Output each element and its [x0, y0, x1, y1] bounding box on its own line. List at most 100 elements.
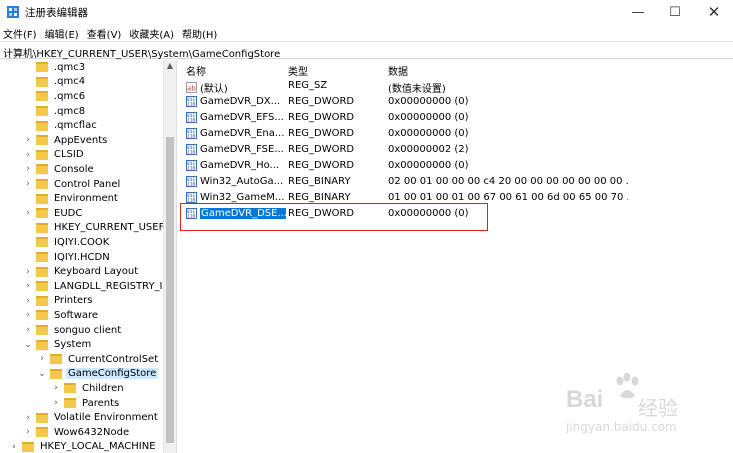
header-data[interactable]: 数据	[388, 63, 408, 78]
value-row[interactable]: 011 110 GameDVR_EFS... REG_DWORD 0x00000000 …	[181, 110, 733, 126]
tree-node[interactable]: › Software	[23, 308, 100, 323]
folder-icon	[36, 252, 48, 263]
chevron-right-icon[interactable]: ›	[51, 383, 61, 393]
chevron-right-icon[interactable]: ›	[23, 267, 33, 277]
chevron-right-icon[interactable]: ›	[23, 164, 33, 174]
chevron-down-icon[interactable]: ⌄	[23, 340, 33, 350]
chevron-right-icon[interactable]: ›	[23, 325, 33, 335]
tree-node[interactable]: ⌄ System	[23, 337, 93, 352]
minimize-button[interactable]: —	[621, 0, 655, 24]
svg-text:110: 110	[187, 118, 195, 124]
binary-value-icon: 011110	[186, 128, 197, 139]
value-row[interactable]: 011 110 GameDVR_Ena... REG_DWORD 0x00000000 …	[181, 126, 733, 142]
tree-node[interactable]: › Console	[23, 162, 96, 177]
value-row[interactable]: 011 110 GameDVR_FSE... REG_DWORD 0x00000002 …	[181, 142, 733, 158]
tree-node[interactable]: ⌄ GameConfigStore	[37, 367, 159, 382]
tree-node[interactable]: .qmc8	[23, 104, 87, 119]
value-name-cell: 011 110 GameDVR_Ena...	[186, 128, 286, 139]
value-row[interactable]: 011 110 GameDVR_Ho... REG_DWORD 0x00000000 (…	[181, 158, 733, 174]
tree-node-label: Console	[54, 163, 94, 175]
value-data: 02 00 01 00 00 00 c4 20 00 00 00 00 00 0…	[388, 176, 628, 187]
no-expander	[23, 237, 33, 247]
tree-node[interactable]: IQIYI.COOK	[23, 235, 111, 250]
no-expander	[23, 223, 33, 233]
tree-node[interactable]: › EUDC	[23, 206, 84, 221]
folder-icon	[36, 412, 48, 423]
chevron-down-icon[interactable]: ⌄	[37, 369, 47, 379]
watermark-title: 经验	[638, 396, 678, 420]
tree-node[interactable]: HKEY_CURRENT_USEF	[23, 221, 163, 236]
chevron-right-icon[interactable]: ›	[23, 281, 33, 291]
tree-node[interactable]: .qmc3	[23, 60, 87, 75]
tree-node[interactable]: › CLSID	[23, 148, 86, 163]
value-data: 0x00000002 (2)	[388, 144, 469, 155]
tree-node[interactable]: › HKEY_LOCAL_MACHINE	[9, 440, 158, 453]
tree-node[interactable]: › Keyboard Layout	[23, 264, 140, 279]
chevron-right-icon[interactable]: ›	[9, 442, 19, 452]
chevron-right-icon[interactable]: ›	[51, 398, 61, 408]
chevron-right-icon[interactable]: ›	[23, 427, 33, 437]
chevron-right-icon[interactable]: ›	[23, 208, 33, 218]
tree-node-label: Printers	[54, 295, 93, 307]
tree-node[interactable]: › AppEvents	[23, 133, 109, 148]
tree-node[interactable]: › Printers	[23, 294, 94, 309]
folder-icon	[36, 62, 48, 73]
menu-file[interactable]: 文件(F)	[0, 24, 42, 41]
value-name: GameDVR_DX...	[200, 96, 281, 107]
no-expander	[23, 106, 33, 116]
chevron-right-icon[interactable]: ›	[23, 413, 33, 423]
value-row[interactable]: 011 110 GameDVR_DX... REG_DWORD 0x00000000 (…	[181, 94, 733, 110]
tree-node[interactable]: › songuo client	[23, 323, 123, 338]
menu-bar: 文件(F) 编辑(E) 查看(V) 收藏夹(A) 帮助(H)	[0, 24, 733, 41]
header-name[interactable]: 名称	[186, 63, 206, 78]
value-type: REG_SZ	[288, 80, 328, 91]
tree-node[interactable]: › Volatile Environment	[23, 410, 160, 425]
folder-icon	[50, 368, 62, 379]
value-row[interactable]: 011 110 Win32_AutoGa... REG_BINARY 02 00 01 …	[181, 174, 733, 190]
tree-node[interactable]: › Wow6432Node	[23, 425, 131, 440]
scroll-thumb[interactable]	[166, 137, 174, 443]
tree-node-label: Software	[54, 309, 99, 321]
tree-node[interactable]: › LANGDLL_REGISTRY_I	[23, 279, 163, 294]
tree-node[interactable]: .qmc6	[23, 89, 87, 104]
no-expander	[23, 77, 33, 87]
menu-edit[interactable]: 编辑(E)	[42, 24, 84, 41]
window-title: 注册表编辑器	[25, 7, 88, 19]
folder-icon	[36, 149, 48, 160]
chevron-right-icon[interactable]: ›	[23, 179, 33, 189]
tree-node[interactable]: IQIYI.HCDN	[23, 250, 112, 265]
menu-favorites[interactable]: 收藏夹(A)	[126, 24, 179, 41]
menu-view[interactable]: 查看(V)	[84, 24, 127, 41]
tree-scrollbar[interactable]: ▲	[163, 60, 176, 453]
no-expander	[23, 91, 33, 101]
folder-icon	[50, 354, 62, 365]
key-tree[interactable]: .qmc3 .qmc4 .qmc6 .qmc8 .qmcflac › AppEvents › C…	[0, 60, 163, 453]
chevron-right-icon[interactable]: ›	[23, 296, 33, 306]
watermark-brand: Bai	[566, 386, 604, 413]
value-data: 0x00000000 (0)	[388, 112, 469, 123]
scroll-up-arrow-icon[interactable]: ▲	[164, 60, 176, 72]
value-data: 0x00000000 (0)	[388, 96, 469, 107]
folder-icon	[64, 383, 76, 394]
address-bar[interactable]: 计算机\HKEY_CURRENT_USER\System\GameConfigS…	[0, 41, 733, 60]
tree-node[interactable]: › Control Panel	[23, 177, 122, 192]
tree-node[interactable]: › Parents	[51, 396, 121, 411]
maximize-button[interactable]: ☐	[658, 0, 692, 24]
tree-node[interactable]: .qmcflac	[23, 118, 99, 133]
header-type[interactable]: 类型	[288, 63, 308, 78]
tree-node[interactable]: .qmc4	[23, 75, 87, 90]
chevron-right-icon[interactable]: ›	[23, 150, 33, 160]
chevron-right-icon[interactable]: ›	[37, 354, 47, 364]
tree-node[interactable]: › CurrentControlSet	[37, 352, 160, 367]
tree-node-label: .qmcflac	[54, 120, 97, 132]
chevron-right-icon[interactable]: ›	[23, 310, 33, 320]
svg-text:110: 110	[187, 102, 195, 108]
value-row[interactable]: ab (默认) REG_SZ (数值未设置)	[181, 78, 733, 95]
chevron-right-icon[interactable]: ›	[23, 135, 33, 145]
menu-help[interactable]: 帮助(H)	[179, 24, 222, 41]
tree-node-label: Environment	[54, 193, 118, 205]
tree-node[interactable]: › Children	[51, 381, 126, 396]
close-button[interactable]: ✕	[697, 0, 731, 24]
tree-node[interactable]: Environment	[23, 191, 120, 206]
folder-icon	[36, 325, 48, 336]
